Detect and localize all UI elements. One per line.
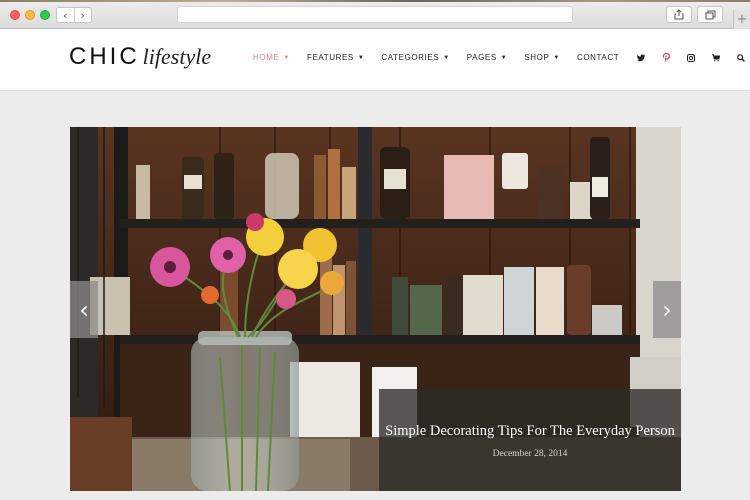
slide-title[interactable]: Simple Decorating Tips For The Everyday …	[379, 423, 681, 440]
cart-icon[interactable]	[712, 53, 721, 62]
new-tab-button[interactable]: +	[733, 10, 750, 29]
zoom-window-button[interactable]	[40, 10, 50, 20]
menu-item-pages[interactable]: PAGES ▼	[467, 53, 508, 62]
address-bar[interactable]	[177, 6, 573, 23]
tabs-icon	[705, 10, 715, 19]
chevron-down-icon: ▼	[357, 54, 365, 61]
show-tabs-button[interactable]	[697, 6, 723, 23]
chevron-down-icon: ▼	[500, 54, 508, 61]
site-logo[interactable]: CHIC lifestyle	[69, 43, 211, 71]
menu-item-categories[interactable]: CATEGORIES ▼	[381, 53, 449, 62]
pinterest-icon[interactable]	[662, 53, 670, 62]
menu-item-label: CATEGORIES	[381, 53, 440, 62]
chevron-down-icon: ▼	[443, 54, 450, 61]
back-button[interactable]: ‹	[57, 8, 75, 22]
slider-prev-button[interactable]: ‹	[70, 281, 98, 338]
twitter-icon[interactable]	[637, 53, 646, 62]
search-icon[interactable]	[737, 53, 746, 62]
menu-item-contact[interactable]: CONTACT	[577, 53, 619, 62]
logo-script-text: lifestyle	[142, 44, 212, 69]
slide-date: December 28, 2014	[492, 449, 568, 459]
menu-item-shop[interactable]: SHOP ▼	[524, 53, 560, 62]
slider-next-button[interactable]: ›	[653, 281, 681, 338]
menu-item-home[interactable]: HOME ▼	[253, 53, 290, 62]
close-window-button[interactable]	[10, 10, 20, 20]
social-links	[637, 53, 750, 62]
share-icon	[674, 9, 684, 20]
history-nav: ‹ ›	[56, 7, 92, 23]
menu-item-label: PAGES	[466, 53, 497, 62]
forward-button[interactable]: ›	[75, 8, 92, 22]
menu-item-label: CONTACT	[576, 53, 620, 62]
instagram-icon[interactable]	[687, 53, 696, 62]
menu-item-label: SHOP	[524, 53, 550, 62]
main-menu: HOME ▼ FEATURES ▼ CATEGORIES ▼ PAGES ▼ SHOP ▼…	[253, 53, 750, 62]
slide-caption[interactable]: Simple Decorating Tips For The Everyday …	[379, 389, 681, 491]
logo-main-text: CHIC	[69, 43, 140, 70]
minimize-window-button[interactable]	[25, 10, 35, 20]
menu-item-features[interactable]: FEATURES ▼	[307, 53, 364, 62]
share-button[interactable]	[666, 6, 692, 23]
chevron-down-icon: ▼	[283, 54, 290, 61]
menu-item-label: FEATURES	[306, 53, 354, 62]
chevron-down-icon: ▼	[553, 54, 560, 61]
browser-toolbar: ‹ › +	[0, 0, 750, 29]
menu-item-label: HOME	[253, 53, 280, 62]
site-header: CHIC lifestyle HOME ▼ FEATURES ▼ CATEGORIES…	[0, 29, 750, 91]
